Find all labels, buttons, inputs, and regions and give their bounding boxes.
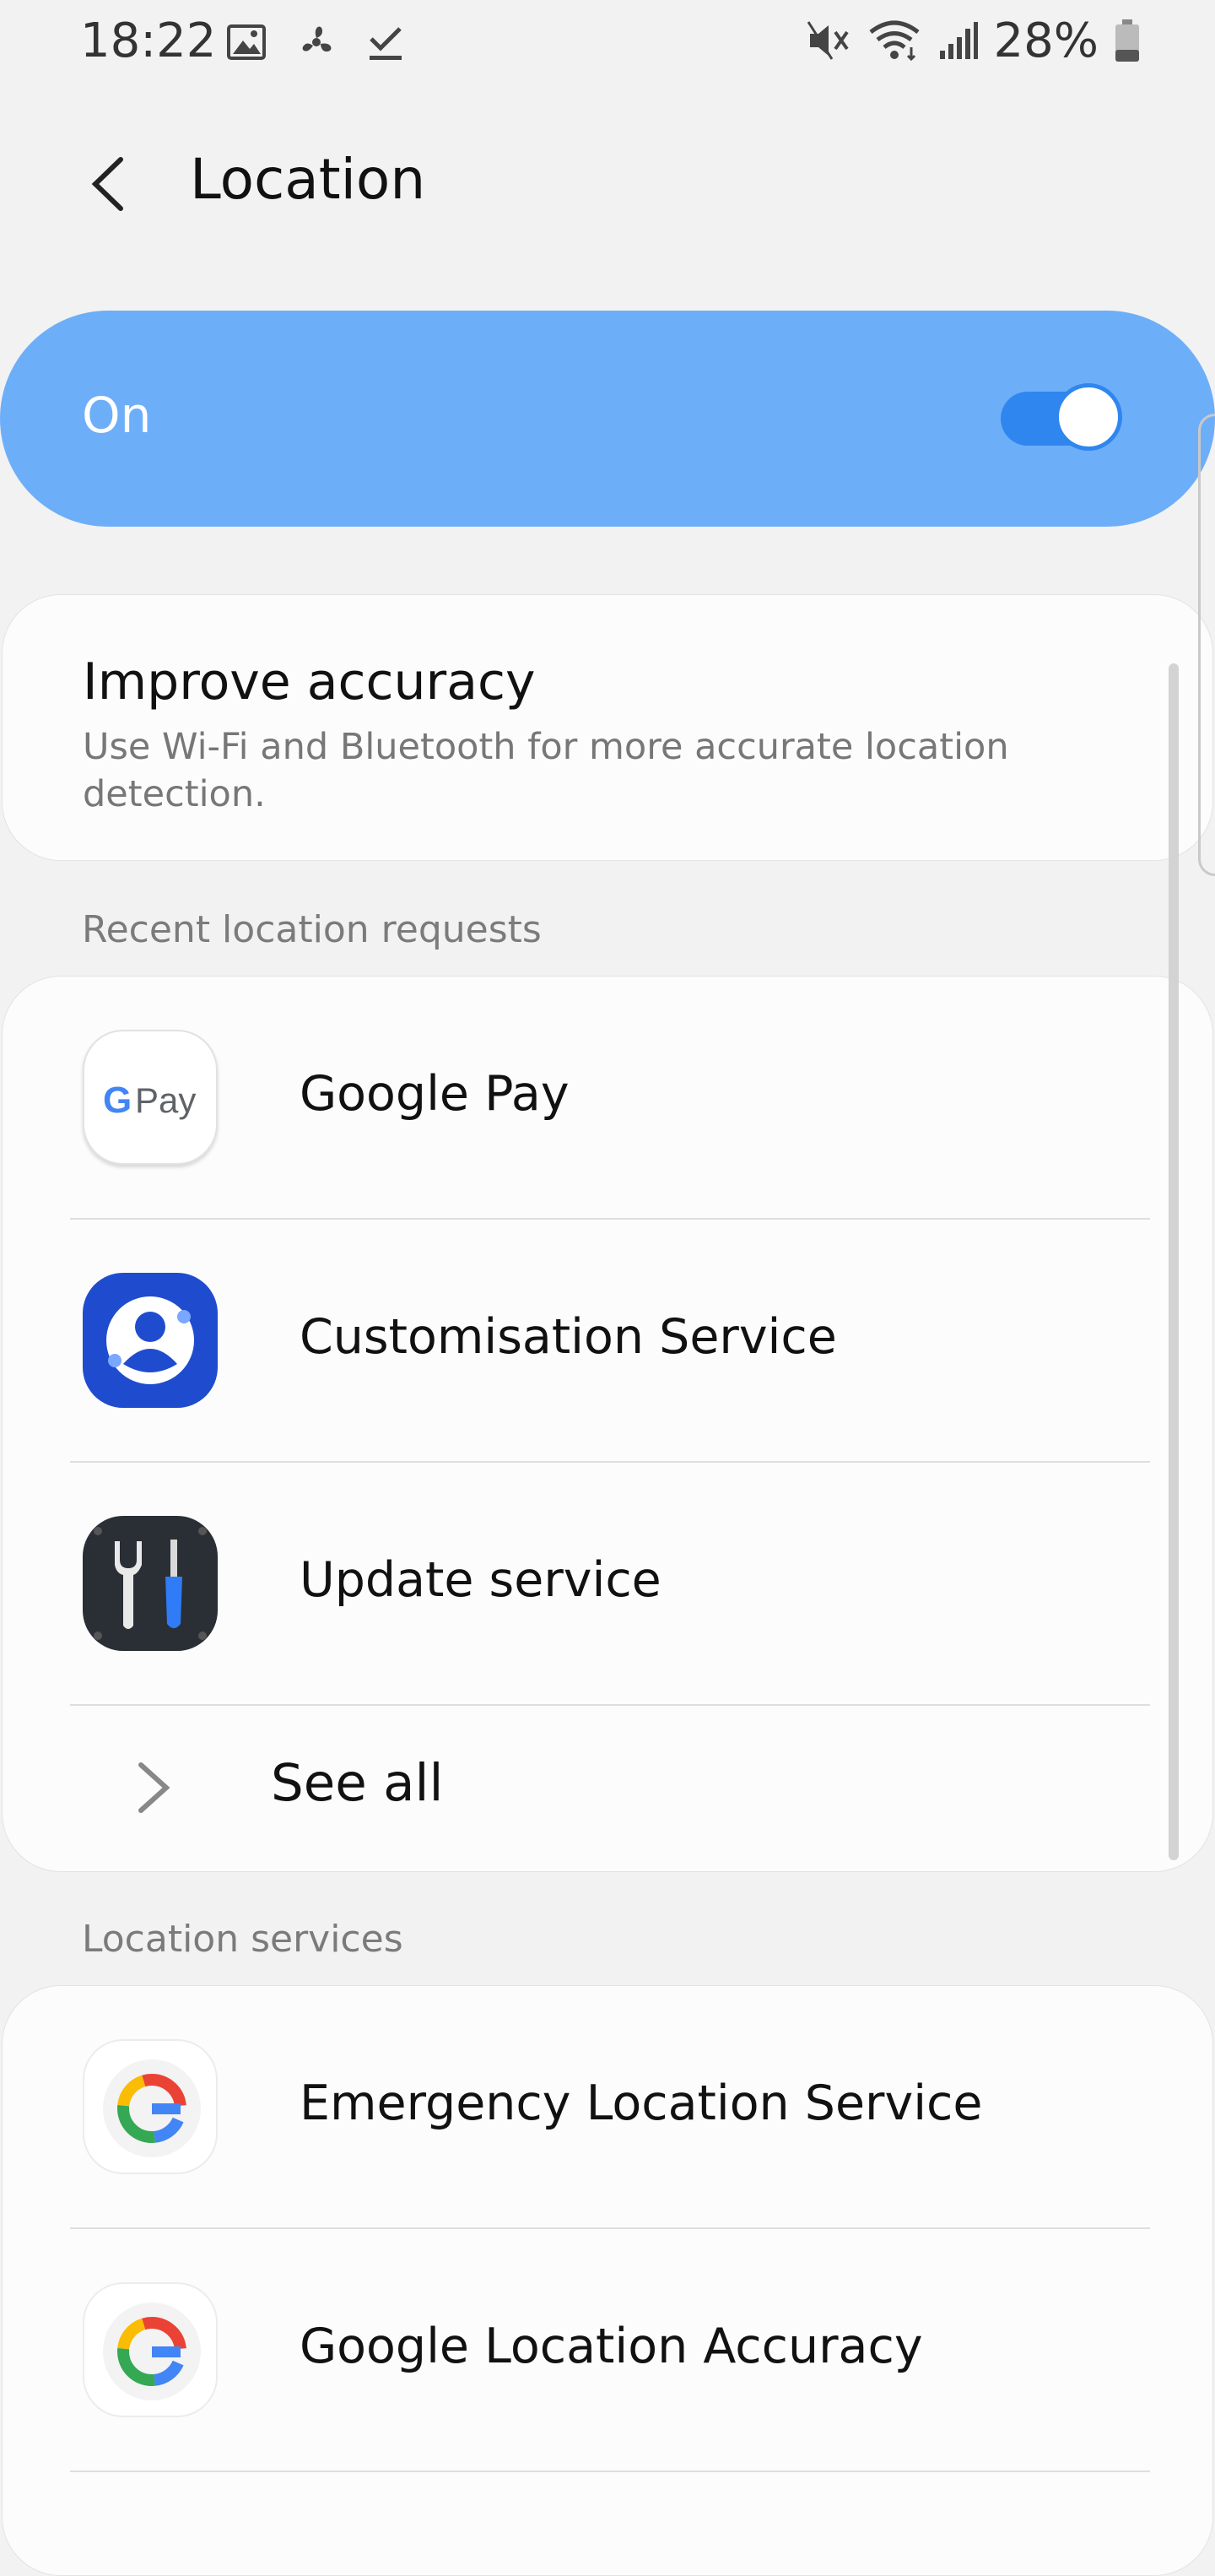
google-pay-icon: G Pay (83, 1030, 218, 1165)
check-download-icon (366, 22, 405, 62)
improve-accuracy-subtitle: Use Wi-Fi and Bluetooth for more accurat… (83, 726, 1009, 815)
master-switch-label: On (82, 387, 152, 444)
edge-panel-handle[interactable] (1198, 414, 1215, 876)
see-all-button[interactable]: See all (3, 1706, 1212, 1871)
location-services-list: Emergency Location Service Google Locati… (2, 1985, 1213, 2576)
list-item-label: Emergency Location Service (300, 2075, 983, 2131)
mute-icon (807, 19, 852, 62)
recent-requests-list: G Pay Google Pay Customisation Service U… (2, 976, 1213, 1872)
signal-icon (938, 20, 979, 61)
status-notification-icons (226, 19, 405, 66)
status-system-icons: 28% (807, 14, 1141, 68)
google-g-icon (83, 2039, 218, 2174)
list-item-google-location-accuracy[interactable]: Google Location Accuracy (3, 2229, 1212, 2470)
battery-percent: 28% (993, 13, 1099, 68)
list-item-update-service[interactable]: Update service (3, 1463, 1212, 1704)
update-service-icon (83, 1516, 218, 1651)
status-bar: 18:22 28% (0, 0, 1215, 84)
scrollbar[interactable] (1169, 663, 1179, 1860)
battery-icon (1114, 18, 1141, 63)
see-all-label: See all (271, 1753, 444, 1813)
svg-text:G: G (103, 1080, 132, 1121)
improve-accuracy-title: Improve accuracy (83, 652, 536, 712)
wifi-icon (867, 19, 923, 62)
list-item-google-pay[interactable]: G Pay Google Pay (3, 977, 1212, 1218)
recent-requests-header: Recent location requests (82, 908, 542, 951)
list-item-emergency-location-service[interactable]: Emergency Location Service (3, 1986, 1212, 2227)
list-item-label: Google Location Accuracy (300, 2319, 923, 2374)
app-header: Location (0, 110, 1215, 245)
svg-text:Pay: Pay (135, 1080, 196, 1120)
list-item-label: Google Pay (300, 1066, 570, 1122)
google-g-icon (83, 2282, 218, 2417)
list-item-label: Customisation Service (300, 1309, 837, 1365)
location-toggle[interactable] (1001, 383, 1122, 451)
location-master-switch[interactable]: On (0, 311, 1215, 527)
fan-icon (295, 21, 338, 63)
status-time: 18:22 (80, 14, 217, 68)
customisation-service-icon (83, 1273, 218, 1408)
toggle-knob (1055, 383, 1122, 451)
gallery-icon (226, 22, 267, 62)
page-title: Location (190, 147, 426, 212)
chevron-right-icon (129, 1758, 180, 1817)
divider (70, 2470, 1150, 2472)
chevron-left-icon (87, 154, 129, 214)
back-button[interactable] (66, 142, 150, 226)
list-item-label: Update service (300, 1552, 662, 1608)
list-item-customisation-service[interactable]: Customisation Service (3, 1220, 1212, 1461)
location-services-header: Location services (82, 1918, 403, 1961)
improve-accuracy-item[interactable]: Improve accuracy Use Wi-Fi and Bluetooth… (2, 594, 1213, 861)
